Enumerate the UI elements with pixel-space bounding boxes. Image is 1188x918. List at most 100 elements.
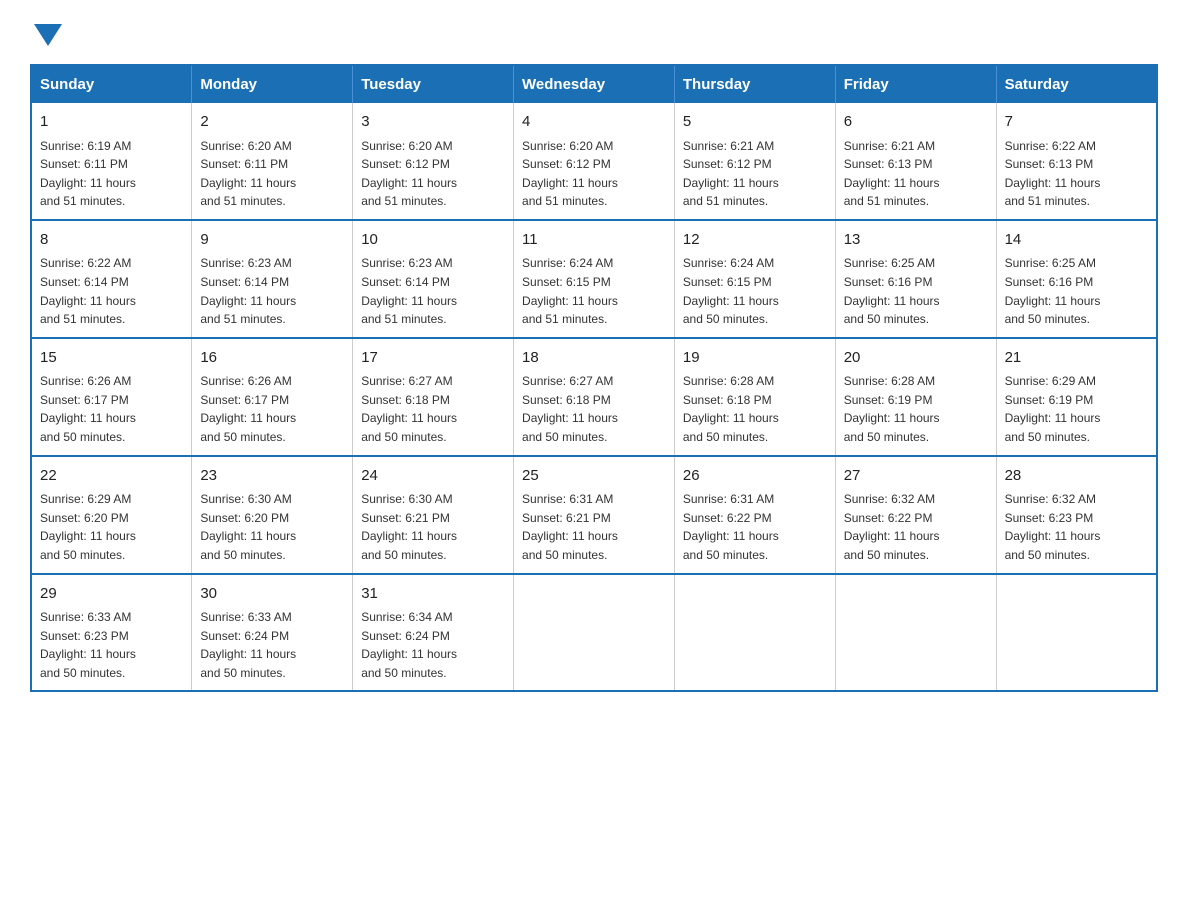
day-info: Sunrise: 6:34 AMSunset: 6:24 PMDaylight:… [361,610,457,680]
calendar-cell: 16 Sunrise: 6:26 AMSunset: 6:17 PMDaylig… [192,338,353,456]
calendar-cell: 9 Sunrise: 6:23 AMSunset: 6:14 PMDayligh… [192,220,353,338]
calendar-cell: 21 Sunrise: 6:29 AMSunset: 6:19 PMDaylig… [996,338,1157,456]
calendar-cell: 27 Sunrise: 6:32 AMSunset: 6:22 PMDaylig… [835,456,996,574]
day-info: Sunrise: 6:26 AMSunset: 6:17 PMDaylight:… [200,374,296,444]
day-number: 9 [200,229,344,252]
day-info: Sunrise: 6:25 AMSunset: 6:16 PMDaylight:… [1005,256,1101,326]
calendar-cell [674,574,835,692]
day-number: 12 [683,229,827,252]
day-info: Sunrise: 6:32 AMSunset: 6:22 PMDaylight:… [844,492,940,562]
column-header-saturday: Saturday [996,65,1157,103]
calendar-cell: 31 Sunrise: 6:34 AMSunset: 6:24 PMDaylig… [353,574,514,692]
calendar-cell [996,574,1157,692]
day-info: Sunrise: 6:24 AMSunset: 6:15 PMDaylight:… [683,256,779,326]
week-row-4: 22 Sunrise: 6:29 AMSunset: 6:20 PMDaylig… [31,456,1157,574]
day-number: 19 [683,347,827,370]
calendar-cell: 4 Sunrise: 6:20 AMSunset: 6:12 PMDayligh… [514,103,675,220]
calendar-cell: 8 Sunrise: 6:22 AMSunset: 6:14 PMDayligh… [31,220,192,338]
day-number: 27 [844,465,988,488]
day-number: 28 [1005,465,1148,488]
day-number: 31 [361,583,505,606]
calendar-header-row: SundayMondayTuesdayWednesdayThursdayFrid… [31,65,1157,103]
day-info: Sunrise: 6:23 AMSunset: 6:14 PMDaylight:… [200,256,296,326]
day-number: 29 [40,583,183,606]
day-number: 21 [1005,347,1148,370]
week-row-5: 29 Sunrise: 6:33 AMSunset: 6:23 PMDaylig… [31,574,1157,692]
column-header-sunday: Sunday [31,65,192,103]
day-number: 14 [1005,229,1148,252]
calendar-cell: 1 Sunrise: 6:19 AMSunset: 6:11 PMDayligh… [31,103,192,220]
calendar-cell: 20 Sunrise: 6:28 AMSunset: 6:19 PMDaylig… [835,338,996,456]
logo [30,20,62,44]
day-number: 7 [1005,111,1148,134]
day-number: 10 [361,229,505,252]
day-info: Sunrise: 6:30 AMSunset: 6:20 PMDaylight:… [200,492,296,562]
day-number: 24 [361,465,505,488]
day-number: 20 [844,347,988,370]
day-info: Sunrise: 6:27 AMSunset: 6:18 PMDaylight:… [361,374,457,444]
day-info: Sunrise: 6:31 AMSunset: 6:21 PMDaylight:… [522,492,618,562]
calendar-cell: 17 Sunrise: 6:27 AMSunset: 6:18 PMDaylig… [353,338,514,456]
day-number: 13 [844,229,988,252]
calendar-cell: 13 Sunrise: 6:25 AMSunset: 6:16 PMDaylig… [835,220,996,338]
day-info: Sunrise: 6:23 AMSunset: 6:14 PMDaylight:… [361,256,457,326]
calendar-cell: 15 Sunrise: 6:26 AMSunset: 6:17 PMDaylig… [31,338,192,456]
day-info: Sunrise: 6:31 AMSunset: 6:22 PMDaylight:… [683,492,779,562]
calendar-cell: 28 Sunrise: 6:32 AMSunset: 6:23 PMDaylig… [996,456,1157,574]
calendar-cell: 26 Sunrise: 6:31 AMSunset: 6:22 PMDaylig… [674,456,835,574]
calendar-cell [835,574,996,692]
calendar-cell: 19 Sunrise: 6:28 AMSunset: 6:18 PMDaylig… [674,338,835,456]
day-info: Sunrise: 6:28 AMSunset: 6:19 PMDaylight:… [844,374,940,444]
day-info: Sunrise: 6:32 AMSunset: 6:23 PMDaylight:… [1005,492,1101,562]
calendar-table: SundayMondayTuesdayWednesdayThursdayFrid… [30,64,1158,692]
column-header-tuesday: Tuesday [353,65,514,103]
day-number: 17 [361,347,505,370]
week-row-1: 1 Sunrise: 6:19 AMSunset: 6:11 PMDayligh… [31,103,1157,220]
day-number: 26 [683,465,827,488]
calendar-cell: 2 Sunrise: 6:20 AMSunset: 6:11 PMDayligh… [192,103,353,220]
calendar-cell: 25 Sunrise: 6:31 AMSunset: 6:21 PMDaylig… [514,456,675,574]
day-info: Sunrise: 6:19 AMSunset: 6:11 PMDaylight:… [40,139,136,209]
week-row-2: 8 Sunrise: 6:22 AMSunset: 6:14 PMDayligh… [31,220,1157,338]
day-number: 22 [40,465,183,488]
calendar-cell: 29 Sunrise: 6:33 AMSunset: 6:23 PMDaylig… [31,574,192,692]
day-info: Sunrise: 6:29 AMSunset: 6:20 PMDaylight:… [40,492,136,562]
calendar-cell: 11 Sunrise: 6:24 AMSunset: 6:15 PMDaylig… [514,220,675,338]
column-header-friday: Friday [835,65,996,103]
day-info: Sunrise: 6:20 AMSunset: 6:12 PMDaylight:… [361,139,457,209]
calendar-cell: 12 Sunrise: 6:24 AMSunset: 6:15 PMDaylig… [674,220,835,338]
calendar-cell [514,574,675,692]
day-info: Sunrise: 6:24 AMSunset: 6:15 PMDaylight:… [522,256,618,326]
day-number: 30 [200,583,344,606]
week-row-3: 15 Sunrise: 6:26 AMSunset: 6:17 PMDaylig… [31,338,1157,456]
day-number: 5 [683,111,827,134]
calendar-cell: 10 Sunrise: 6:23 AMSunset: 6:14 PMDaylig… [353,220,514,338]
day-info: Sunrise: 6:20 AMSunset: 6:12 PMDaylight:… [522,139,618,209]
day-info: Sunrise: 6:27 AMSunset: 6:18 PMDaylight:… [522,374,618,444]
day-number: 25 [522,465,666,488]
day-number: 6 [844,111,988,134]
calendar-cell: 22 Sunrise: 6:29 AMSunset: 6:20 PMDaylig… [31,456,192,574]
page-header [30,20,1158,44]
calendar-cell: 5 Sunrise: 6:21 AMSunset: 6:12 PMDayligh… [674,103,835,220]
day-number: 8 [40,229,183,252]
day-number: 15 [40,347,183,370]
day-number: 3 [361,111,505,134]
day-info: Sunrise: 6:25 AMSunset: 6:16 PMDaylight:… [844,256,940,326]
day-number: 1 [40,111,183,134]
day-info: Sunrise: 6:33 AMSunset: 6:24 PMDaylight:… [200,610,296,680]
calendar-cell: 14 Sunrise: 6:25 AMSunset: 6:16 PMDaylig… [996,220,1157,338]
day-number: 16 [200,347,344,370]
calendar-cell: 23 Sunrise: 6:30 AMSunset: 6:20 PMDaylig… [192,456,353,574]
day-number: 11 [522,229,666,252]
column-header-thursday: Thursday [674,65,835,103]
column-header-monday: Monday [192,65,353,103]
day-info: Sunrise: 6:26 AMSunset: 6:17 PMDaylight:… [40,374,136,444]
calendar-cell: 24 Sunrise: 6:30 AMSunset: 6:21 PMDaylig… [353,456,514,574]
day-info: Sunrise: 6:22 AMSunset: 6:13 PMDaylight:… [1005,139,1101,209]
calendar-cell: 18 Sunrise: 6:27 AMSunset: 6:18 PMDaylig… [514,338,675,456]
day-number: 4 [522,111,666,134]
day-info: Sunrise: 6:28 AMSunset: 6:18 PMDaylight:… [683,374,779,444]
day-info: Sunrise: 6:21 AMSunset: 6:12 PMDaylight:… [683,139,779,209]
day-info: Sunrise: 6:21 AMSunset: 6:13 PMDaylight:… [844,139,940,209]
